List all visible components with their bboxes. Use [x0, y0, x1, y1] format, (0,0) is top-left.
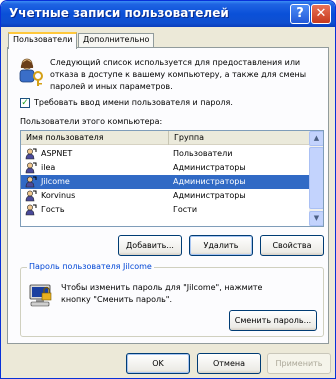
tab-advanced[interactable]: Дополнительно [78, 33, 155, 48]
password-groupbox: Пароль пользователя Jilcome Чтобы измени… [20, 262, 324, 337]
help-icon: ? [296, 6, 304, 21]
user-name: Korvinus [41, 191, 76, 200]
password-info-line-2: кнопку "Сменить пароль". [61, 295, 173, 304]
user-icon [25, 148, 37, 160]
scroll-down-button[interactable]: ▼ [309, 211, 323, 226]
ok-button[interactable]: OK [126, 353, 190, 374]
user-name: ilea [41, 163, 56, 172]
user-row-ilea[interactable]: ilea Администраторы [21, 161, 309, 175]
user-icon [25, 190, 37, 202]
apply-button[interactable]: Применить [267, 353, 331, 374]
user-icon [25, 204, 37, 216]
users-list-header: Имя пользователя Группа [21, 131, 309, 145]
computer-password-icon [29, 284, 52, 307]
help-button[interactable]: ? [290, 4, 310, 24]
user-row-guest[interactable]: Гость Гости [21, 203, 309, 217]
require-password-checkbox[interactable]: ✓ [20, 98, 30, 108]
tab-panel-users: Следующий список используется для предос… [7, 47, 329, 344]
change-password-button[interactable]: Сменить пароль... [229, 310, 317, 331]
user-group: Администраторы [173, 177, 246, 186]
user-icon [25, 176, 37, 188]
arrow-up-icon: ▲ [313, 134, 320, 142]
delete-user-button[interactable]: Удалить [189, 235, 253, 256]
password-info-line-1: Чтобы изменить пароль для "Jilcome", наж… [61, 283, 263, 292]
window-title: Учетные записи пользователей [9, 6, 229, 20]
scroll-thumb[interactable] [309, 147, 323, 209]
user-name: Jilcome [41, 177, 70, 186]
user-group: Гости [173, 205, 198, 214]
user-accounts-dialog: Учетные записи пользователей ? ✕ Пользов… [0, 0, 336, 379]
users-list-scrollbar[interactable]: ▲ ▼ [309, 131, 323, 226]
user-group: Пользователи [173, 149, 233, 158]
tab-users[interactable]: Пользователи [8, 32, 78, 49]
user-row-korvinus[interactable]: Korvinus Администраторы [21, 189, 309, 203]
arrow-down-icon: ▼ [313, 214, 320, 222]
column-header-username[interactable]: Имя пользователя [21, 131, 169, 145]
checkmark-icon: ✓ [21, 98, 29, 108]
user-row-jilcome[interactable]: Jilcome Администраторы [21, 175, 309, 189]
user-icon [25, 162, 37, 174]
close-button[interactable]: ✕ [311, 4, 331, 24]
users-section-label: Пользователи этого компьютера: [20, 117, 163, 126]
add-user-button[interactable]: Добавить... [118, 235, 182, 256]
intro-line-3: паролей и иных параметров. [50, 82, 173, 91]
cancel-button[interactable]: Отмена [197, 353, 261, 374]
user-name: ASPNET [41, 149, 73, 158]
user-group: Администраторы [173, 163, 246, 172]
users-list[interactable]: Имя пользователя Группа ASPNET Пользоват… [20, 130, 324, 227]
user-row-aspnet[interactable]: ASPNET Пользователи [21, 147, 309, 161]
user-name: Гость [41, 205, 65, 214]
properties-button[interactable]: Свойства [260, 235, 324, 256]
users-keys-icon [19, 58, 43, 86]
column-header-group[interactable]: Группа [169, 131, 309, 145]
scroll-up-button[interactable]: ▲ [309, 131, 323, 146]
close-icon: ✕ [315, 6, 327, 21]
require-password-label[interactable]: Требовать ввод имени пользователя и паро… [34, 98, 233, 107]
intro-line-1: Следующий список используется для предос… [50, 58, 301, 67]
user-group: Администраторы [173, 191, 246, 200]
password-group-title: Пароль пользователя Jilcome [27, 262, 154, 271]
title-bar[interactable]: Учетные записи пользователей ? ✕ [1, 1, 335, 27]
intro-line-2: отказа в доступе к вашему компьютеру, а … [50, 70, 307, 79]
